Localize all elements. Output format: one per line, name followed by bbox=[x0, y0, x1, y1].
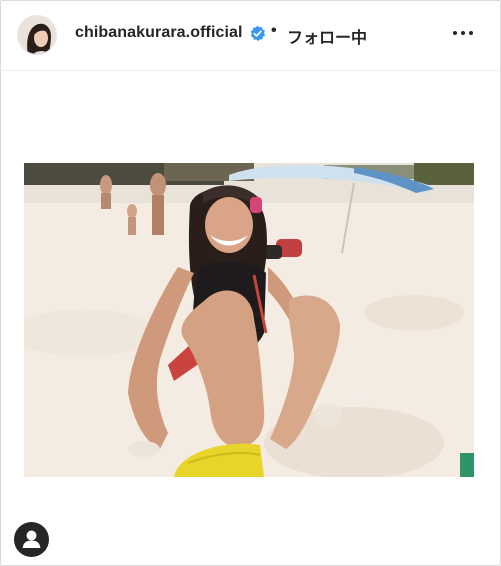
profile-avatar[interactable] bbox=[17, 15, 57, 55]
following-button[interactable]: フォロー中 bbox=[287, 24, 367, 48]
post-card: chibanakurara.official • フォロー中 bbox=[0, 0, 501, 566]
username-link[interactable]: chibanakurara.official bbox=[75, 24, 243, 42]
avatar-image bbox=[18, 16, 56, 54]
separator-dot: • bbox=[271, 22, 277, 39]
verified-badge-icon bbox=[250, 25, 266, 42]
post-header: chibanakurara.official • フォロー中 bbox=[1, 1, 500, 71]
more-options-icon[interactable] bbox=[451, 26, 475, 40]
post-photo[interactable] bbox=[24, 163, 474, 477]
user-silhouette-icon bbox=[22, 530, 41, 548]
account-avatar[interactable] bbox=[14, 522, 49, 557]
beach-photo-image bbox=[24, 163, 474, 477]
